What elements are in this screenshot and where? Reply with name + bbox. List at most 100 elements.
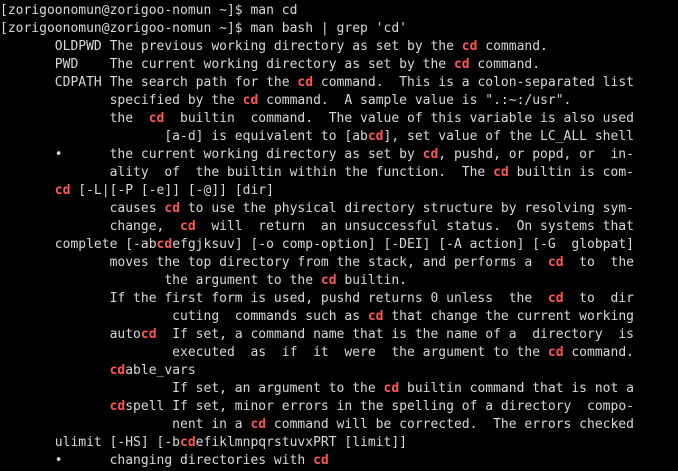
line-text: command. This is a colon-separated list [313, 75, 634, 90]
line-text [0, 399, 110, 414]
line-text: [a-d] is equivalent to [ab [0, 129, 368, 144]
line-text: to use the physical directory structure … [180, 201, 634, 216]
grep-match: cd [367, 309, 384, 324]
grep-match: cd [313, 453, 329, 468]
output-line: If the first form is used, pushd returns… [0, 290, 634, 308]
output-line: • the current working directory as set b… [0, 146, 634, 164]
line-text: ulimit [-HS] [-b [0, 435, 181, 450]
line-text: specified by the [0, 93, 243, 108]
line-text: command. [477, 39, 548, 54]
output-line: [a-d] is equivalent to [abcd], set value… [0, 128, 634, 146]
line-text: efiklmnpqrstuvxPRT [limit]] [195, 435, 407, 450]
line-text: efgjksuv] [-o comp-option] [-DEI] [-A ac… [172, 237, 634, 252]
grep-match: cd [156, 237, 173, 252]
grep-match: cd [180, 219, 196, 234]
line-text: • the current working directory as set b… [0, 147, 423, 162]
output-line: cuting commands such as cd that change t… [0, 308, 634, 326]
output-line: complete [-abcdefgjksuv] [-o comp-option… [0, 236, 634, 254]
line-text [0, 183, 55, 198]
output-line: OLDPWD The previous working directory as… [0, 38, 548, 56]
output-line: PWD The current working directory as set… [0, 56, 540, 74]
grep-match: cd [109, 363, 126, 378]
output-line: causes cd to use the physical directory … [0, 200, 634, 218]
prompt-line: [zorigoonomun@zorigoo-nomun ~]$ man cd [0, 2, 297, 20]
grep-match: cd [109, 399, 126, 414]
grep-match: cd [297, 75, 314, 90]
line-text: command. [563, 345, 634, 360]
line-text: the [0, 111, 149, 126]
prompt-line: [zorigoonomun@zorigoo-nomun ~]$ man bash… [0, 20, 407, 38]
line-text: cuting commands such as [0, 309, 368, 324]
line-text: able_vars [125, 363, 196, 378]
line-text: builtin command. The value of this varia… [164, 111, 634, 126]
output-line: ality of the builtin within the function… [0, 164, 634, 182]
line-text: executed as if it were the argument to t… [0, 345, 548, 360]
line-text: the argument to the [0, 273, 321, 288]
grep-match: cd [54, 183, 71, 198]
grep-match: cd [461, 39, 478, 54]
line-text: will return an unsuccessful status. On s… [195, 219, 634, 234]
line-text: to dir [563, 291, 634, 306]
output-line: the argument to the cd builtin. [0, 272, 407, 290]
line-text: command. [469, 57, 541, 72]
line-text: CDPATH The search path for the [0, 75, 298, 90]
output-line: cd [-L|[-P [-e]] [-@]] [dir] [0, 182, 274, 200]
line-text: [zorigoonomun@zorigoo-nomun ~]$ man cd [0, 3, 298, 18]
line-text: to the [563, 255, 634, 270]
output-line: cdable_vars [0, 362, 196, 380]
output-line: CDPATH The search path for the cd comman… [0, 74, 634, 92]
grep-match: cd [164, 201, 181, 216]
output-line: specified by the cd command. A sample va… [0, 92, 572, 110]
line-text: command will be corrected. The errors ch… [266, 417, 634, 432]
line-text: ], set value of the LC_ALL shell [383, 129, 634, 144]
grep-match: cd [547, 291, 564, 306]
grep-match: cd [547, 255, 564, 270]
output-line: • changing directories with cd [0, 452, 329, 470]
output-line: executed as if it were the argument to t… [0, 344, 634, 362]
line-text: PWD The current working directory as set… [0, 57, 454, 72]
output-line: moves the top directory from the stack, … [0, 254, 634, 272]
grep-match: cd [383, 381, 400, 396]
output-line: autocd If set, a command name that is th… [0, 326, 634, 344]
grep-match: cd [180, 435, 196, 450]
line-text: spell If set, minor errors in the spelli… [125, 399, 634, 414]
line-text: that change the current working [383, 309, 634, 324]
line-text: builtin command that is not a [399, 381, 634, 396]
line-text [0, 363, 110, 378]
output-line: cdspell If set, minor errors in the spel… [0, 398, 634, 416]
line-text: ality of the builtin within the function… [0, 165, 494, 180]
grep-match: cd [493, 165, 509, 180]
line-text: moves the top directory from the stack, … [0, 255, 548, 270]
grep-match: cd [140, 327, 157, 342]
output-line: nent in a cd command will be corrected. … [0, 416, 634, 434]
grep-match: cd [547, 345, 564, 360]
line-text: builtin. [336, 273, 408, 288]
output-line: If set, an argument to the cd builtin co… [0, 380, 634, 398]
line-text: [zorigoonomun@zorigoo-nomun ~]$ man bash… [0, 21, 407, 36]
output-line: change, cd will return an unsuccessful s… [0, 218, 634, 236]
line-text: causes [0, 201, 165, 216]
line-text: command. A sample value is ".:~:/usr". [258, 93, 572, 108]
line-text: • changing directories with [0, 453, 314, 468]
grep-match: cd [250, 417, 267, 432]
line-text: If the first form is used, pushd returns… [0, 291, 548, 306]
line-text: , pushd, or popd, or in- [438, 147, 634, 162]
grep-match: cd [453, 57, 470, 72]
line-text: If set, a command name that is the name … [156, 327, 634, 342]
line-text: nent in a [0, 417, 251, 432]
line-text: complete [-ab [0, 237, 157, 252]
line-text: builtin is com- [508, 165, 634, 180]
line-text: OLDPWD The previous working directory as… [0, 39, 462, 54]
grep-match: cd [242, 93, 259, 108]
line-text: [-L|[-P [-e]] [-@]] [dir] [70, 183, 274, 198]
grep-match: cd [367, 129, 384, 144]
line-text: auto [0, 327, 141, 342]
terminal-output[interactable]: [zorigoonomun@zorigoo-nomun ~]$ man cd [z… [0, 0, 678, 471]
line-text: change, [0, 219, 181, 234]
grep-match: cd [422, 147, 439, 162]
output-line: ulimit [-HS] [-bcdefiklmnpqrstuvxPRT [li… [0, 434, 407, 452]
grep-match: cd [320, 273, 337, 288]
grep-match: cd [148, 111, 165, 126]
line-text: If set, an argument to the [0, 381, 384, 396]
output-line: the cd builtin command. The value of thi… [0, 110, 634, 128]
